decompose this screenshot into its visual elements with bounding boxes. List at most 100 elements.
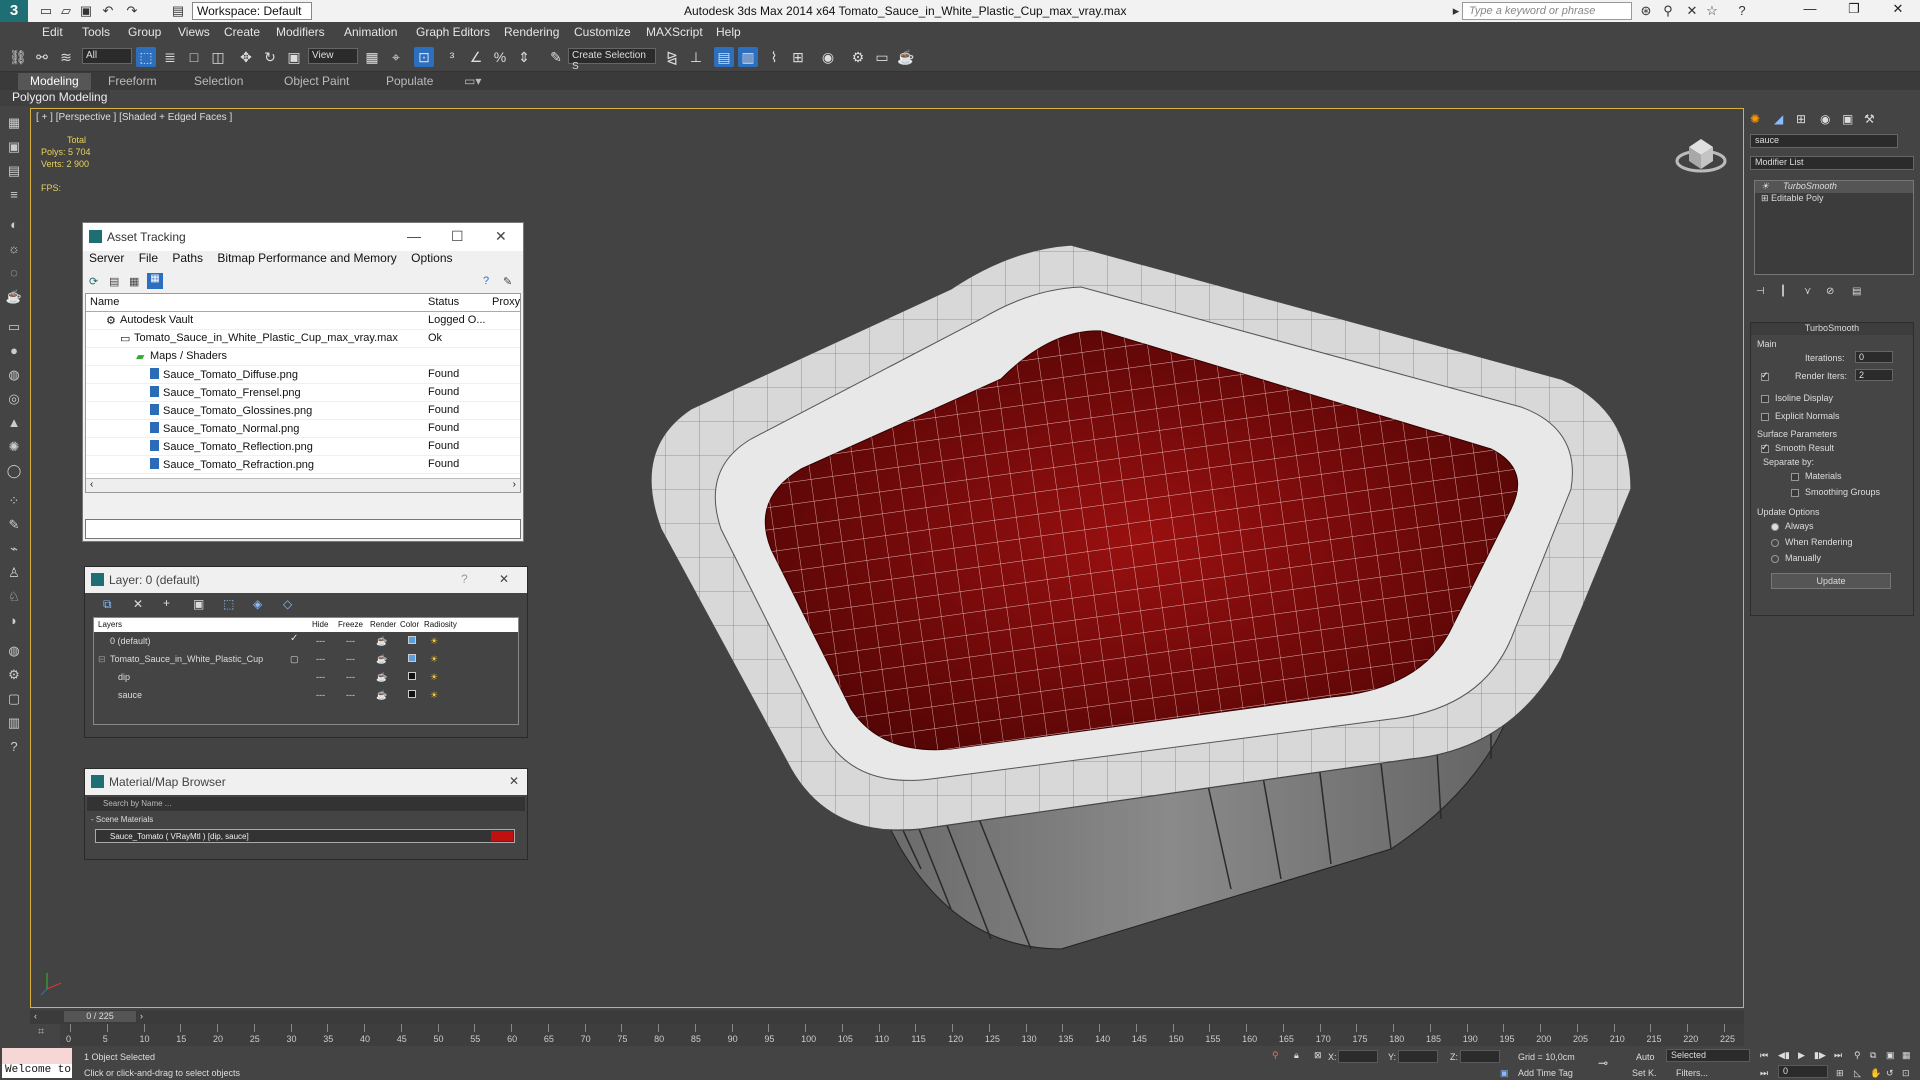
menu-create[interactable]: Create [224,25,260,39]
isoline-checkbox[interactable] [1761,395,1769,403]
freeze-toggle[interactable]: --- [346,636,355,646]
current-frame-field[interactable]: 0 [1778,1065,1828,1078]
zoom-extents-icon[interactable]: ▣ [1886,1050,1895,1061]
thumbnail-view-icon[interactable]: ▦ [129,275,139,288]
pan-icon[interactable]: ✋ [1870,1068,1881,1079]
delete-layer-icon[interactable]: ✕ [133,597,143,611]
stack-item-turbosmooth[interactable]: ☀ TurboSmooth [1755,181,1913,193]
light-icon[interactable]: ☼ [5,240,23,258]
table-view-icon[interactable]: ▦ [147,273,163,289]
update-button[interactable]: Update [1771,573,1891,589]
freeze-toggle[interactable]: --- [346,690,355,700]
column-name[interactable]: Name [90,296,119,308]
play-icon[interactable]: ▶ [1798,1050,1805,1061]
rendered-frame-window-icon[interactable]: ▭ [872,47,892,67]
particles-icon[interactable]: ⁘ [5,492,23,510]
time-slider-thumb[interactable]: 0 / 225 [64,1011,136,1022]
key-mode-icon[interactable]: ⏭ [1760,1068,1768,1079]
geosphere-icon[interactable]: ◯ [5,462,23,480]
utilities-tab-icon[interactable]: ⚒ [1864,112,1875,126]
mirror-icon[interactable]: ⧎ [662,47,682,67]
container-icon[interactable]: ▦ [5,114,23,132]
column-layers[interactable]: Layers [98,620,122,629]
freeze-toggle[interactable]: --- [346,672,355,682]
make-unique-icon[interactable]: ⋎ [1804,286,1811,297]
snaps-toggle-icon[interactable]: ³ [442,47,462,67]
help-icon[interactable]: ? [461,572,468,586]
bind-spacewarp-icon[interactable]: ≋ [56,47,76,67]
question-icon[interactable]: ? [5,738,23,756]
box-icon[interactable]: ▭ [5,318,23,336]
explicit-normals-checkbox[interactable] [1761,413,1769,421]
auto-key-button[interactable]: Auto [1636,1052,1655,1062]
set-key-icon[interactable]: ⊸ [1598,1056,1608,1070]
bulb-icon[interactable]: ☀ [1761,181,1769,192]
teapot-icon[interactable]: ☕ [5,288,23,306]
smoothing-groups-checkbox[interactable] [1791,489,1799,497]
window-crossing-icon[interactable]: ◫ [208,47,228,67]
collapse-icon[interactable]: ⊟ [98,654,106,665]
pivot-center-icon[interactable]: ▦ [362,47,382,67]
active-layer-check-icon[interactable]: ✓ [290,633,298,644]
freeze-all-icon[interactable]: ◇ [283,597,292,611]
menu-edit[interactable]: Edit [42,25,63,39]
tab-populate[interactable]: Populate [374,73,445,90]
time-slider-next-icon[interactable]: › [140,1011,143,1021]
paint-icon[interactable]: ✎ [5,516,23,534]
new-file-icon[interactable]: ▭ [38,3,54,19]
menu-animation[interactable]: Animation [344,25,397,39]
select-object-icon[interactable]: ⬚ [136,47,156,67]
maximize-viewport-icon[interactable]: ⊡ [1902,1068,1910,1079]
sun-icon[interactable]: ✺ [5,438,23,456]
render-teapot-icon[interactable]: ☕ [376,654,387,665]
asset-path-field[interactable] [85,519,521,539]
render-iters-checkbox[interactable] [1761,370,1769,381]
minimize-button[interactable]: — [1790,1,1830,21]
active-layer-box-icon[interactable]: ▢ [290,654,299,665]
layer-row[interactable]: sauce --- --- ☕ ☀ [94,686,518,704]
scroll-left-icon[interactable]: ‹ [90,479,93,490]
binoculars-icon[interactable]: ⊛ [1638,3,1654,19]
named-selection-sets-dropdown[interactable]: Create Selection S [568,48,656,72]
previous-frame-icon[interactable]: ◀▮ [1778,1050,1790,1061]
hide-all-icon[interactable]: ◈ [253,597,262,611]
camera-icon[interactable]: ◐ [5,216,23,234]
help-icon[interactable]: ? [1734,3,1750,19]
pin-icon[interactable]: ✎ [503,275,512,288]
display-tab-icon[interactable]: ▣ [1842,112,1853,126]
material-editor-icon[interactable]: ◉ [818,47,838,67]
create-tab-icon[interactable]: ✺ [1750,112,1760,126]
schematic-view-icon[interactable]: ⊞ [788,47,808,67]
modifier-list-dropdown[interactable]: Modifier List [1750,156,1914,170]
menu-views[interactable]: Views [178,25,210,39]
hide-toggle[interactable]: --- [316,654,325,664]
layer-row[interactable]: ⊟ Tomato_Sauce_in_White_Plastic_Cup ▢ --… [94,650,518,668]
menu-group[interactable]: Group [128,25,161,39]
tomato-sauce-cup-model[interactable] [631,149,1741,1009]
minimize-button[interactable]: — [407,228,421,244]
undo-icon[interactable]: ↶ [100,3,116,19]
render-teapot-icon[interactable]: ☕ [376,672,387,683]
column-proxy[interactable]: Proxy [492,296,520,308]
scene-materials-group[interactable]: - Scene Materials [87,813,525,827]
column-freeze[interactable]: Freeze [338,620,363,629]
time-slider[interactable]: ‹ 0 / 225 › [30,1010,1744,1024]
menu-modifiers[interactable]: Modifiers [276,25,325,39]
cylinder-icon[interactable]: ◍ [5,366,23,384]
orbit-icon[interactable]: ↺ [1886,1068,1894,1079]
time-slider-prev-icon[interactable]: ‹ [34,1011,37,1021]
scroll-right-icon[interactable]: › [513,479,516,490]
add-time-tag[interactable]: Add Time Tag [1518,1068,1573,1078]
select-objects-icon[interactable]: ▣ [193,597,204,611]
reference-coordinate-dropdown[interactable]: View [308,48,358,64]
helper-icon[interactable]: ◌ [5,264,23,282]
table-row[interactable]: Sauce_Tomato_Normal.png Found [86,420,520,438]
show-end-result-icon[interactable]: ┃ [1780,286,1786,297]
tab-selection[interactable]: Selection [182,73,255,90]
link-icon[interactable]: ⛓ [8,47,28,67]
layer-explorer-icon[interactable]: ▥ [738,47,758,67]
menu-rendering[interactable]: Rendering [504,25,559,39]
scene-explorer-icon[interactable]: ▤ [714,47,734,67]
list-view-icon[interactable]: ▤ [109,275,119,288]
gear-icon[interactable]: ⚙ [5,666,23,684]
